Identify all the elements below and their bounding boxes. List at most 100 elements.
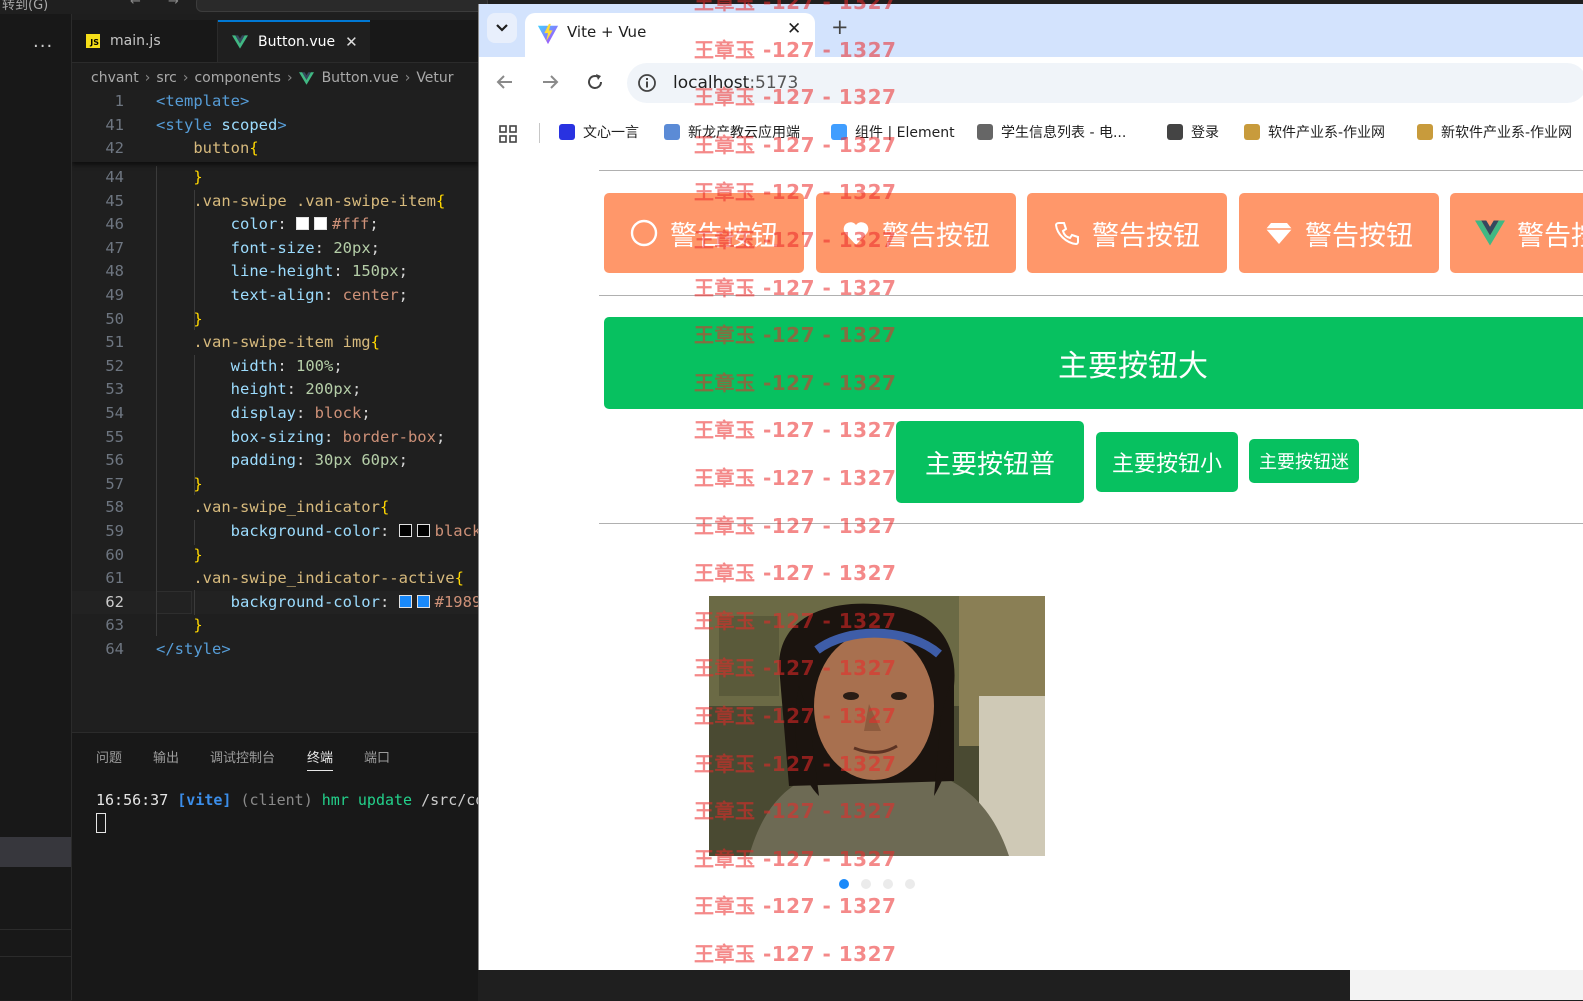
bookmark-item[interactable]: 软件产业系-作业网 bbox=[1244, 122, 1385, 142]
code-line[interactable]: 44 } bbox=[72, 166, 478, 189]
warning-button[interactable]: 警告按钮 bbox=[1450, 193, 1583, 273]
indent-guide bbox=[194, 590, 195, 615]
code-line[interactable]: 62 background-color: #1989fa bbox=[72, 590, 478, 614]
code-line[interactable]: 63 } bbox=[72, 614, 478, 637]
swipe-indicator-dot[interactable] bbox=[839, 879, 849, 889]
browser-tab[interactable]: Vite + Vue ✕ bbox=[525, 13, 815, 57]
color-swatch-icon[interactable] bbox=[314, 217, 327, 231]
code-line[interactable]: 56 padding: 30px 60px; bbox=[72, 449, 478, 472]
close-icon[interactable]: ✕ bbox=[345, 33, 358, 51]
panel-tab-problems[interactable]: 问题 bbox=[96, 747, 122, 766]
tab-label: main.js bbox=[110, 33, 161, 49]
close-icon[interactable]: ✕ bbox=[787, 19, 801, 39]
code-line[interactable]: 64 </style> bbox=[72, 638, 478, 661]
code-line[interactable]: 1 <template> bbox=[72, 90, 478, 113]
code-line[interactable]: 50 } bbox=[72, 308, 478, 331]
line-number: 1 bbox=[114, 92, 124, 110]
line-number: 56 bbox=[105, 451, 124, 470]
code-line[interactable]: 57 } bbox=[72, 473, 478, 496]
warning-button[interactable]: 警告按钮 bbox=[1027, 193, 1227, 273]
warning-button[interactable]: 警告按钮 bbox=[604, 193, 804, 273]
panel-tab-ports[interactable]: 端口 bbox=[364, 747, 390, 766]
bookmark-item[interactable]: 组件 | Element bbox=[831, 122, 955, 142]
code-text: color: #fff; bbox=[230, 215, 379, 234]
site-info-icon[interactable] bbox=[637, 73, 657, 93]
forward-arrow-icon[interactable] bbox=[540, 72, 560, 92]
terminal-update: hmr update bbox=[321, 791, 413, 809]
code-line[interactable]: 58 .van-swipe_indicator{ bbox=[72, 496, 478, 519]
color-swatch-icon[interactable] bbox=[416, 594, 430, 608]
breadcrumb-item[interactable]: chvant bbox=[72, 70, 139, 86]
bookmark-item[interactable]: 新龙产教云应用端 bbox=[664, 122, 800, 142]
color-swatch-icon[interactable] bbox=[416, 524, 430, 537]
code-line[interactable]: 42 button{ bbox=[72, 137, 478, 160]
swipe-indicator-dot[interactable] bbox=[861, 879, 871, 889]
breadcrumb-item[interactable]: Button.vue bbox=[322, 70, 399, 86]
color-swatch-icon[interactable] bbox=[296, 217, 309, 231]
vue-logo-icon bbox=[1475, 220, 1505, 246]
command-center[interactable] bbox=[196, 0, 488, 12]
address-bar[interactable]: localhost:5173 bbox=[627, 63, 1583, 103]
swipe-indicator-dot[interactable] bbox=[905, 879, 915, 889]
code-line[interactable]: 46 color: #fff; bbox=[72, 213, 478, 236]
menu-goto[interactable]: 转到(G) bbox=[2, 0, 48, 13]
color-swatch-icon[interactable] bbox=[398, 594, 412, 608]
code-line[interactable]: 53 height: 200px; bbox=[72, 378, 478, 401]
code-line[interactable]: 48 line-height: 150px; bbox=[72, 260, 478, 283]
color-swatch-icon[interactable] bbox=[398, 524, 412, 537]
warning-button[interactable]: 警告按钮 bbox=[1239, 193, 1439, 273]
code-line[interactable]: 45 .van-swipe .van-swipe-item{ bbox=[72, 190, 478, 213]
bookmark-label: 软件产业系-作业网 bbox=[1268, 125, 1386, 141]
code-line[interactable]: 47 font-size: 20px; bbox=[72, 237, 478, 260]
chevron-right-icon: › bbox=[286, 70, 293, 86]
panel-tab-output[interactable]: 输出 bbox=[153, 747, 179, 766]
more-actions-icon[interactable]: ··· bbox=[33, 36, 53, 57]
bookmark-favicon-icon bbox=[1167, 124, 1183, 140]
line-number: 53 bbox=[105, 380, 124, 399]
diamond-icon bbox=[1265, 221, 1293, 245]
warning-button[interactable]: 警告按钮 bbox=[816, 193, 1016, 273]
code-text: } bbox=[193, 168, 203, 186]
code-line[interactable]: 55 box-sizing: border-box; bbox=[72, 426, 478, 449]
sticky-scroll[interactable]: 1 <template> 41 <style scoped> 42 button{ bbox=[72, 90, 478, 162]
bookmark-item[interactable]: 新软件产业系-作业网 bbox=[1417, 122, 1572, 142]
indent-guide bbox=[194, 520, 195, 545]
reload-icon[interactable] bbox=[585, 72, 605, 92]
code-line[interactable]: 61 .van-swipe_indicator--active{ bbox=[72, 567, 478, 590]
code-line[interactable]: 41 <style scoped> bbox=[72, 114, 478, 137]
new-tab-button[interactable]: + bbox=[831, 15, 849, 39]
code-line[interactable]: 52 width: 100%; bbox=[72, 355, 478, 378]
panel-tab-terminal[interactable]: 终端 bbox=[307, 747, 334, 771]
primary-button-normal[interactable]: 主要按钮普 bbox=[896, 421, 1084, 503]
breadcrumb-item[interactable]: components bbox=[194, 70, 281, 86]
code-editor[interactable]: 1 <template> 41 <style scoped> 42 button{ 44… bbox=[72, 90, 478, 730]
button-label: 主要按钮普 bbox=[924, 449, 1055, 480]
tab-button-vue[interactable]: Button.vue ✕ bbox=[218, 20, 370, 62]
code-line[interactable]: 49 text-align: center; bbox=[72, 284, 478, 307]
swipe-carousel[interactable] bbox=[709, 596, 1045, 856]
apps-grid-icon[interactable] bbox=[499, 125, 517, 143]
nav-back-icon[interactable]: ← bbox=[130, 0, 141, 9]
nav-forward-icon[interactable]: → bbox=[168, 0, 179, 9]
bookmark-item[interactable]: 登录 bbox=[1167, 122, 1219, 142]
swipe-indicator-dot[interactable] bbox=[883, 879, 893, 889]
code-line[interactable]: 59 background-color: black bbox=[72, 520, 478, 543]
code-text: display: block; bbox=[230, 404, 371, 422]
primary-button-mini[interactable]: 主要按钮迷 bbox=[1249, 439, 1359, 483]
primary-button-large[interactable]: 主要按钮大 bbox=[604, 317, 1583, 409]
bookmark-item[interactable]: 学生信息列表 - 电... bbox=[977, 122, 1126, 142]
button-label: 警告按钮 bbox=[1305, 220, 1413, 252]
button-label: 警告按钮 bbox=[1092, 220, 1200, 252]
breadcrumb-item[interactable]: Vetur bbox=[416, 70, 453, 86]
panel-tab-debug-console[interactable]: 调试控制台 bbox=[210, 747, 275, 766]
code-line[interactable]: 60 } bbox=[72, 544, 478, 567]
bookmark-item[interactable]: 文心一言 bbox=[559, 122, 639, 142]
code-line[interactable]: 51 .van-swipe-item img{ bbox=[72, 331, 478, 354]
code-line[interactable]: 54 display: block; bbox=[72, 402, 478, 425]
tab-main-js[interactable]: JS main.js bbox=[72, 20, 218, 62]
vite-logo-icon bbox=[537, 23, 559, 45]
breadcrumb-item[interactable]: src bbox=[156, 70, 176, 86]
tab-search-button[interactable] bbox=[487, 13, 517, 43]
back-arrow-icon[interactable] bbox=[495, 72, 515, 92]
primary-button-small[interactable]: 主要按钮小 bbox=[1096, 432, 1238, 492]
